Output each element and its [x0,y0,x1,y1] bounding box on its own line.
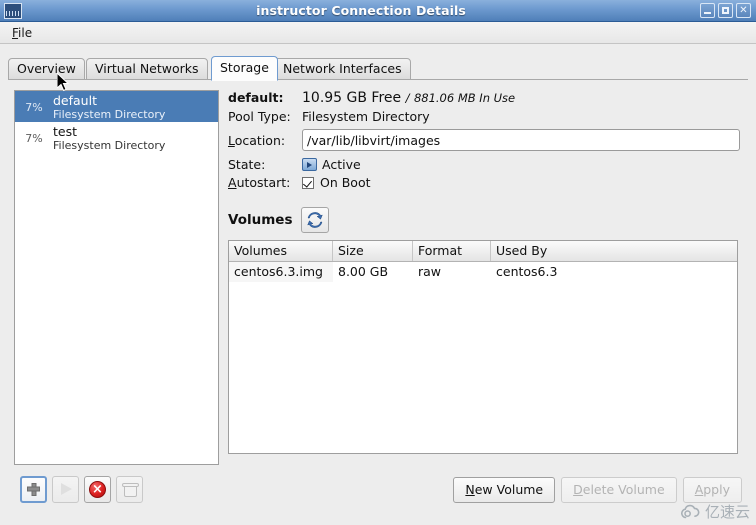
autostart-label: Autostart: [228,175,291,190]
watermark: 亿速云 [679,501,750,522]
server-icon [4,2,22,19]
menu-file-label: ile [18,26,33,40]
pool-text: default Filesystem Directory [53,93,218,122]
window-controls: ✕ [700,3,751,18]
cell-format: raw [418,264,442,279]
column-header-volumes[interactable]: Volumes [229,241,333,261]
volumes-header-row: Volumes [228,206,740,234]
cell-volume-name: centos6.3.img [229,262,333,282]
cloud-icon [681,504,700,518]
volumes-table-header: Volumes Size Format Used By [229,241,737,262]
monitor-play-icon [302,158,317,171]
list-item[interactable]: 7% test Filesystem Directory [15,122,218,153]
pool-type-value: Filesystem Directory [302,109,430,124]
start-pool-button[interactable] [52,476,79,503]
delete-pool-button[interactable] [116,476,143,503]
list-item[interactable]: 7% default Filesystem Directory [15,91,218,122]
refresh-volumes-button[interactable] [301,207,330,233]
add-pool-button[interactable] [20,476,47,503]
apply-button[interactable]: Apply [682,477,742,503]
minimize-button[interactable] [700,3,715,18]
menu-item-file[interactable]: File [6,25,38,41]
pool-type-label: Pool Type: [228,109,291,124]
pool-detail-panel: default: 10.95 GB Free / 881.06 MB In Us… [228,88,740,468]
location-input[interactable] [302,129,740,151]
pool-name-label: default: [228,90,284,105]
close-button[interactable]: ✕ [736,3,751,18]
pool-usage-percent: 7% [25,132,43,145]
volumes-heading: Volumes [228,212,293,228]
pool-name: test [53,124,78,139]
storage-pool-list[interactable]: 7% default Filesystem Directory 7% test … [14,90,219,465]
new-volume-button[interactable]: New Volume [453,477,556,503]
table-row[interactable]: centos6.3.img 8.00 GB raw centos6.3 [229,262,737,282]
menu-bar: File [0,22,756,44]
tab-overview[interactable]: Overview [8,58,85,80]
action-button-row: New Volume Delete Volume Apply [453,477,742,503]
pool-text: test Filesystem Directory [53,124,218,153]
location-label: Location: [228,132,286,148]
close-icon: ✕ [739,5,748,16]
state-label: State: [228,157,266,172]
pool-name: default [53,93,97,108]
window-title: instructor Connection Details [256,3,466,18]
pool-capacity-value: 10.95 GB Free / 881.06 MB In Use [302,90,515,106]
maximize-button[interactable] [718,3,733,18]
column-header-used-by[interactable]: Used By [491,241,737,261]
cell-size: 8.00 GB [338,264,389,279]
delete-volume-button[interactable]: Delete Volume [561,477,677,503]
autostart-value: On Boot [320,175,371,190]
state-row: State: Active [228,156,740,173]
tab-strip: Overview Virtual Networks Storage Networ… [8,56,748,81]
autostart-row: Autostart: On Boot [228,174,740,191]
cell-used-by: centos6.3 [496,264,558,279]
pool-type-row: Pool Type: Filesystem Directory [228,108,740,125]
pool-type: Filesystem Directory [53,108,166,121]
tab-virtual-networks[interactable]: Virtual Networks [86,58,208,80]
location-row: Location: [228,128,740,152]
autostart-checkbox[interactable] [302,176,314,189]
pool-free-row: default: 10.95 GB Free / 881.06 MB In Us… [228,88,740,107]
pool-usage-percent: 7% [25,101,43,114]
volumes-table[interactable]: Volumes Size Format Used By centos6.3.im… [228,240,738,454]
free-space-text: 10.95 GB Free [302,89,402,106]
pool-toolbar [20,476,143,503]
column-header-size[interactable]: Size [333,241,413,261]
column-header-format[interactable]: Format [413,241,491,261]
stop-pool-button[interactable] [84,476,111,503]
in-use-text: 881.06 MB In Use [413,90,516,105]
title-bar: instructor Connection Details ✕ [0,0,756,22]
watermark-text: 亿速云 [704,503,750,521]
connection-details-window: instructor Connection Details ✕ File Ove… [0,0,756,525]
tab-storage[interactable]: Storage [211,56,278,81]
in-use-separator: / [405,90,410,105]
state-value: Active [322,157,361,172]
pool-type: Filesystem Directory [53,139,166,152]
tab-network-interfaces[interactable]: Network Interfaces [274,58,411,80]
refresh-icon [307,212,324,228]
